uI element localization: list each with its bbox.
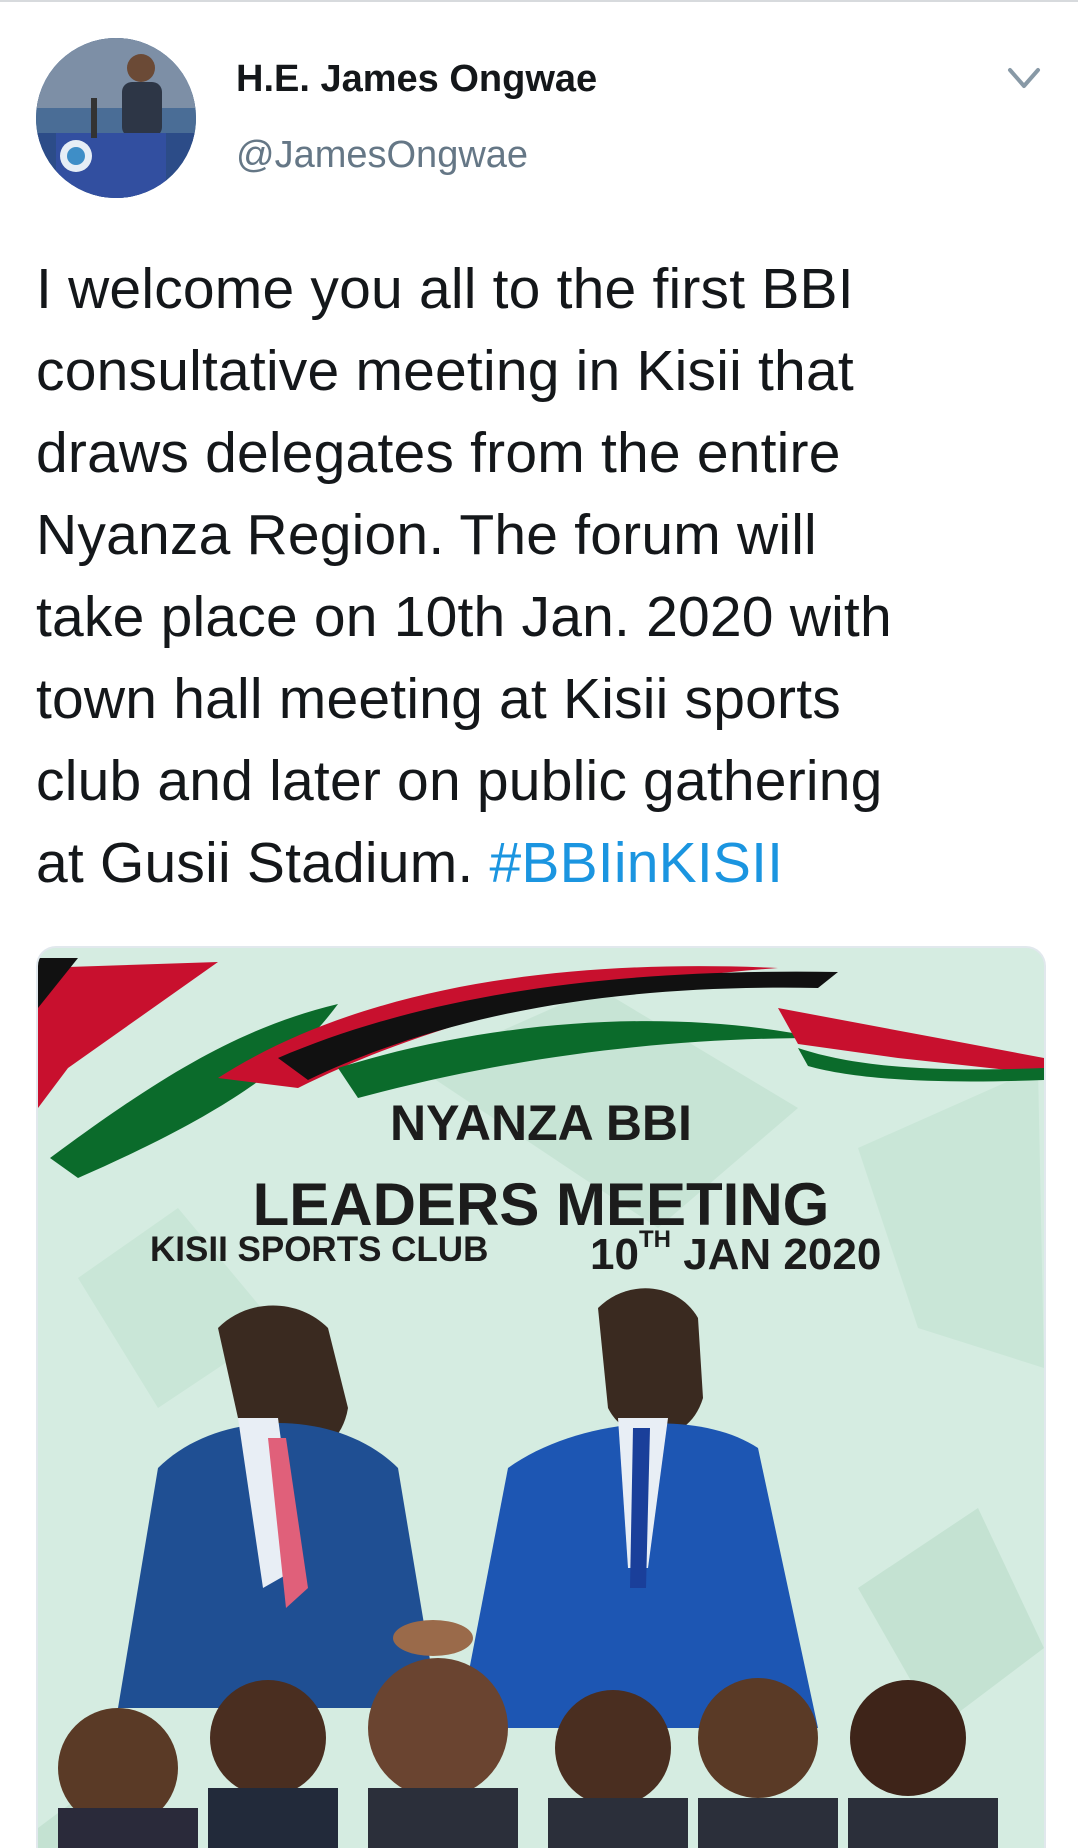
poster-title-line1: NYANZA BBI xyxy=(390,1095,692,1151)
poster-date-rest: JAN 2020 xyxy=(683,1230,882,1279)
avatar-photo xyxy=(36,38,196,198)
tweet-line: I welcome you all to the first BBI xyxy=(36,257,854,321)
tweet-media-image[interactable]: NYANZA BBI LEADERS MEETING KISII SPORTS … xyxy=(36,946,1046,1848)
avatar[interactable] xyxy=(36,38,196,198)
author-handle[interactable]: @JamesOngwae xyxy=(236,134,528,177)
tweet-line: town hall meeting at Kisii sports xyxy=(36,667,841,731)
poster-venue: KISII SPORTS CLUB xyxy=(150,1230,489,1269)
tweet-line: club and later on public gathering xyxy=(36,749,883,813)
poster-date: 10TH JAN 2020 xyxy=(590,1226,882,1280)
author-name[interactable]: H.E. James Ongwae xyxy=(236,58,597,101)
tweet-line: Nyanza Region. The forum will xyxy=(36,503,817,567)
hashtag-link[interactable]: #BBIinKISII xyxy=(489,831,783,895)
top-divider xyxy=(0,0,1078,2)
poster-date-day: 10 xyxy=(590,1230,639,1279)
tweet-last-line: at Gusii Stadium. #BBIinKISII xyxy=(36,822,1046,904)
poster-date-suffix: TH xyxy=(638,1226,671,1253)
tweet-line: draws delegates from the entire xyxy=(36,421,841,485)
tweet-line: take place on 10th Jan. 2020 with xyxy=(36,585,892,649)
poster-title-line2: LEADERS MEETING xyxy=(252,1171,830,1238)
tweet-text: I welcome you all to the first BBI consu… xyxy=(36,248,1046,904)
tweet-line: consultative meeting in Kisii that xyxy=(36,339,854,403)
chevron-down-icon[interactable] xyxy=(1002,60,1046,96)
poster-artwork xyxy=(38,948,1044,1848)
tweet-line: at Gusii Stadium. xyxy=(36,831,474,895)
